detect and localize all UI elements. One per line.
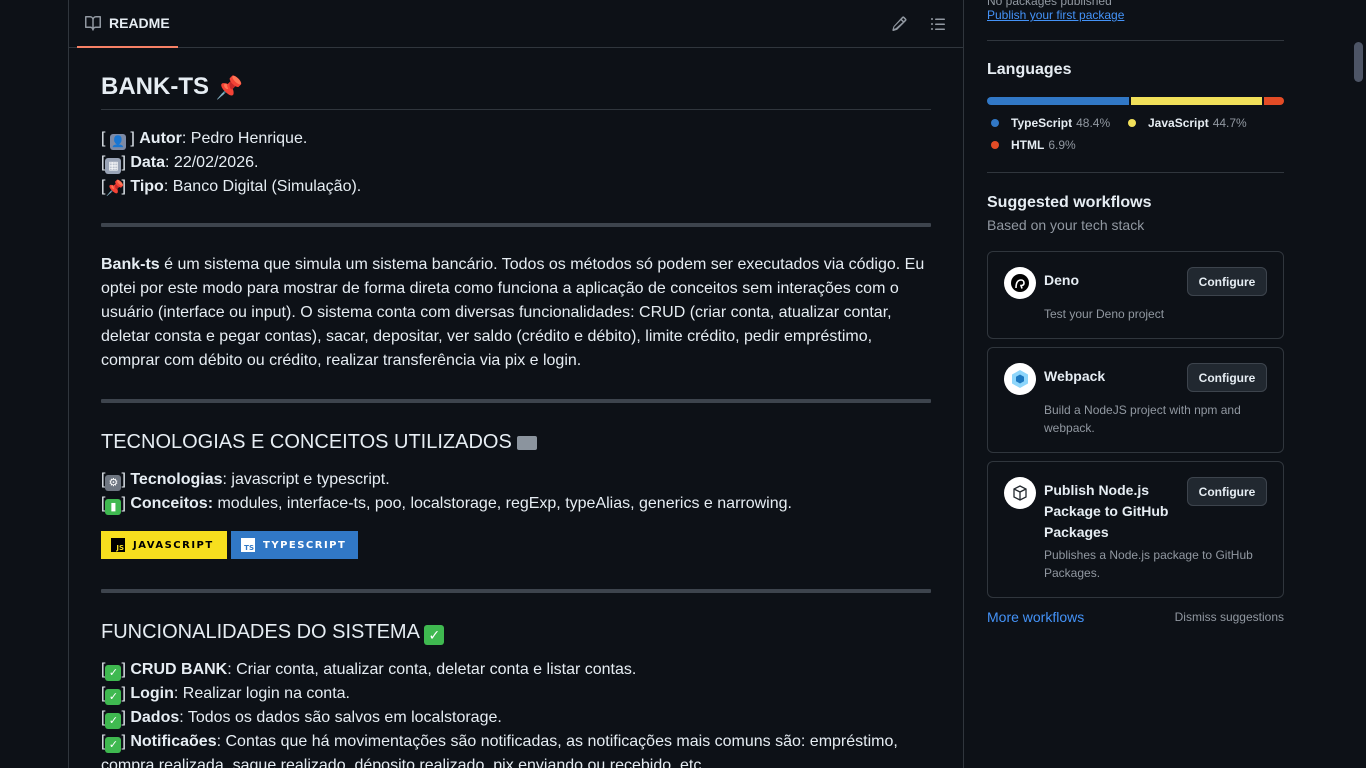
- language-percent: 6.9%: [1048, 138, 1076, 152]
- readme-content: BANK-TS 📌 [ 👤 ] Autor: Pedro Henrique. […: [101, 48, 931, 768]
- tab-readme-label: README: [109, 15, 170, 31]
- check-icon: ✓: [105, 737, 122, 753]
- check-icon: ✓: [105, 665, 122, 681]
- workflow-title: Deno: [1044, 272, 1079, 288]
- language-bar: [987, 97, 1284, 105]
- language-html[interactable]: HTML 6.9%: [991, 138, 1076, 152]
- concepts-item: [▮] Conceitos: modules, interface-ts, po…: [101, 495, 792, 515]
- calendar-icon: ▦: [105, 158, 122, 174]
- readme-title: BANK-TS 📌: [101, 72, 931, 110]
- feature-item: [✓] Dados: Todos os dados são salvos em …: [101, 709, 502, 729]
- language-name: TypeScript: [1011, 116, 1073, 130]
- workflow-description: Test your Deno project: [1044, 307, 1165, 321]
- meta-author: [ 👤 ] Autor: Pedro Henrique.: [101, 130, 308, 150]
- dismiss-suggestions-link[interactable]: Dismiss suggestions: [1175, 610, 1284, 624]
- language-dot: [1128, 119, 1136, 127]
- language-name: JavaScript: [1148, 116, 1209, 130]
- publish-package-link[interactable]: Publish your first package: [987, 8, 1124, 22]
- typescript-badge[interactable]: TS TYPESCRIPT: [231, 531, 358, 559]
- features-heading: FUNCIONALIDADES DO SISTEMA ✓: [101, 619, 931, 645]
- pushpin-icon: 📌: [105, 180, 125, 197]
- badges: JS JAVASCRIPT TS TYPESCRIPT: [101, 531, 931, 559]
- javascript-badge-label: JAVASCRIPT: [133, 539, 214, 551]
- workflow-title: Webpack: [1044, 368, 1106, 384]
- configure-button[interactable]: Configure: [1187, 477, 1267, 506]
- language-typescript[interactable]: TypeScript 48.4%: [991, 116, 1110, 130]
- laptop-icon: [517, 436, 538, 450]
- language-javascript[interactable]: JavaScript 44.7%: [1128, 116, 1247, 130]
- deno-icon: [1004, 267, 1036, 299]
- webpack-icon: [1004, 363, 1036, 395]
- features-list: [✓] CRUD BANK: Criar conta, atualizar co…: [101, 658, 931, 768]
- packages-empty-text: No packages published: [987, 0, 1112, 8]
- pencil-icon[interactable]: [891, 16, 907, 32]
- workflows-heading: Suggested workflows: [987, 194, 1152, 211]
- check-icon: ✓: [105, 689, 122, 705]
- divider: [101, 399, 931, 403]
- tech-heading: TECNOLOGIAS E CONCEITOS UTILIZADOS: [101, 429, 931, 455]
- typescript-logo-icon: TS: [241, 538, 255, 552]
- language-name: HTML: [1011, 138, 1045, 152]
- outline-list-icon[interactable]: [930, 16, 946, 32]
- workflow-card-publish-node: Publish Node.js Package to GitHub Packag…: [987, 461, 1284, 598]
- language-dot: [991, 119, 999, 127]
- package-icon: [1004, 477, 1036, 509]
- gear-icon: ⚙: [105, 475, 122, 491]
- divider: [987, 172, 1284, 173]
- workflow-description: Build a NodeJS project with npm and webp…: [1044, 403, 1241, 435]
- divider: [101, 589, 931, 593]
- workflow-card-webpack: Webpack Build a NodeJS project with npm …: [987, 347, 1284, 453]
- javascript-logo-icon: JS: [111, 538, 125, 552]
- meta-type: [📌] Tipo: Banco Digital (Simulação).: [101, 178, 362, 197]
- intro-paragraph: Bank-ts é um sistema que simula um siste…: [101, 256, 925, 369]
- workflow-title: Publish Node.js Package to GitHub Packag…: [1044, 482, 1169, 540]
- feature-item: [✓] Login: Realizar login na conta.: [101, 685, 350, 705]
- divider: [987, 40, 1284, 41]
- language-bar-segment: [1130, 97, 1262, 105]
- scrollbar-thumb[interactable]: [1354, 42, 1363, 82]
- readme-panel: README BANK-TS 📌 [ 👤 ] Autor: Pedro Henr…: [68, 0, 964, 768]
- feature-item: [✓] Notificaões: Contas que há movimenta…: [101, 733, 898, 768]
- tech-list: [⚙] Tecnologias: javascript e typescript…: [101, 468, 931, 516]
- scrollbar[interactable]: [1351, 0, 1366, 768]
- feature-item: [✓] CRUD BANK: Criar conta, atualizar co…: [101, 661, 637, 681]
- user-icon: 👤: [109, 134, 126, 150]
- tech-item: [⚙] Tecnologias: javascript e typescript…: [101, 471, 390, 491]
- workflow-card-deno: Deno Test your Deno project Configure: [987, 251, 1284, 339]
- meta-list: [ 👤 ] Autor: Pedro Henrique. [▦] Data: 2…: [101, 127, 931, 199]
- book-icon: [85, 15, 101, 31]
- readme-header: README: [69, 0, 963, 48]
- configure-button[interactable]: Configure: [1187, 363, 1267, 392]
- configure-button[interactable]: Configure: [1187, 267, 1267, 296]
- divider: [101, 223, 931, 227]
- language-bar-segment: [987, 97, 1129, 105]
- javascript-badge[interactable]: JS JAVASCRIPT: [101, 531, 227, 559]
- languages-heading: Languages: [987, 61, 1072, 78]
- more-workflows-link[interactable]: More workflows: [987, 609, 1084, 625]
- workflow-description: Publishes a Node.js package to GitHub Pa…: [1044, 548, 1253, 580]
- language-bar-segment: [1263, 97, 1284, 105]
- language-dot: [991, 141, 999, 149]
- typescript-badge-label: TYPESCRIPT: [263, 539, 347, 551]
- green-book-icon: ▮: [105, 499, 122, 515]
- check-icon: ✓: [105, 713, 122, 729]
- meta-date: [▦] Data: 22/02/2026.: [101, 154, 259, 174]
- workflows-subtitle: Based on your tech stack: [987, 217, 1145, 233]
- check-icon: ✓: [424, 625, 445, 645]
- tab-readme[interactable]: README: [77, 0, 178, 48]
- language-percent: 48.4%: [1076, 116, 1111, 130]
- language-percent: 44.7%: [1212, 116, 1247, 130]
- pushpin-icon: 📌: [215, 75, 244, 100]
